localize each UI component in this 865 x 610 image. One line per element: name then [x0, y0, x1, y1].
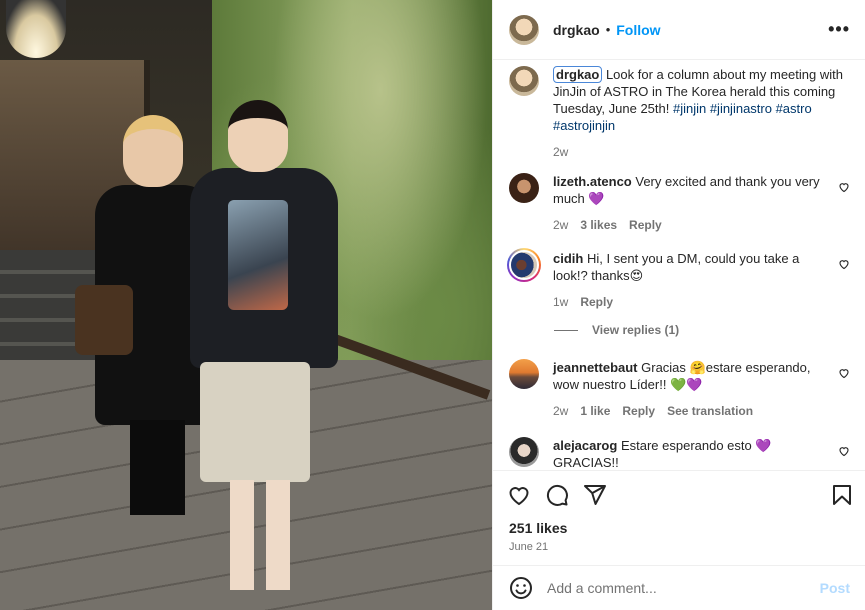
person-man — [190, 100, 340, 610]
bookmark-icon[interactable] — [830, 483, 854, 507]
caption: drgkao Look for a column about my meetin… — [509, 66, 850, 161]
header-username[interactable]: drgkao — [553, 22, 600, 38]
comment-item: cidih Hi, I sent you a DM, could you tak… — [507, 248, 850, 311]
comment-icon[interactable] — [545, 483, 569, 507]
view-replies-label: View replies (1) — [592, 323, 680, 337]
avatar[interactable] — [509, 359, 539, 389]
emoji-icon[interactable] — [509, 576, 533, 600]
heart-icon[interactable] — [838, 445, 850, 457]
post-photo[interactable] — [0, 0, 492, 610]
heart-icon[interactable] — [507, 483, 531, 507]
comment-input[interactable]: Add a comment... — [547, 580, 820, 596]
comment-time: 1w — [553, 295, 569, 309]
comment-item: alejacarog Estare esperando esto 💜 GRACI… — [509, 437, 850, 470]
heart-icon[interactable] — [838, 258, 850, 270]
view-replies-button[interactable]: View replies (1) — [554, 323, 679, 337]
avatar[interactable] — [509, 14, 539, 45]
add-comment-bar: Add a comment... Post — [493, 565, 865, 610]
follow-button[interactable]: Follow — [616, 22, 660, 38]
post-actions: 251 likes June 21 — [493, 470, 865, 565]
heart-icon[interactable] — [838, 367, 850, 379]
caption-username[interactable]: drgkao — [553, 66, 603, 83]
more-options-icon[interactable]: ••• — [828, 20, 850, 38]
avatar[interactable] — [509, 437, 539, 467]
reply-button[interactable]: Reply — [580, 294, 613, 311]
comment-item: lizeth.atenco Very excited and thank you… — [509, 173, 850, 234]
comment-time: 2w — [553, 218, 569, 232]
post-date: June 21 — [509, 541, 549, 553]
comment-item: jeannettebaut Gracias 🤗estare esperando,… — [509, 359, 850, 420]
reply-button[interactable]: Reply — [622, 403, 655, 420]
comment-likes-link[interactable]: 3 likes — [580, 217, 617, 234]
comment-username[interactable]: jeannettebaut — [553, 360, 638, 375]
post-header: drgkao • Follow ••• — [493, 0, 865, 60]
see-translation-button[interactable]: See translation — [667, 403, 753, 420]
avatar[interactable] — [507, 248, 541, 282]
share-icon[interactable] — [583, 483, 607, 507]
divider-line — [554, 329, 578, 331]
reply-button[interactable]: Reply — [629, 217, 662, 234]
separator-dot: • — [605, 22, 611, 37]
avatar[interactable] — [509, 66, 539, 96]
ceiling-lamp — [6, 0, 66, 58]
comments-list[interactable]: drgkao Look for a column about my meetin… — [493, 60, 865, 470]
comment-username[interactable]: alejacarog — [553, 438, 617, 453]
comment-username[interactable]: lizeth.atenco — [553, 174, 632, 189]
likes-count[interactable]: 251 likes — [509, 520, 567, 536]
comment-time: 2w — [553, 404, 569, 418]
heart-icon[interactable] — [838, 181, 850, 193]
comment-likes-link[interactable]: 1 like — [580, 403, 610, 420]
avatar[interactable] — [509, 173, 539, 203]
caption-time: 2w — [553, 145, 569, 159]
post-side-panel: drgkao • Follow ••• drgkao Look for a co… — [492, 0, 865, 610]
comment-username[interactable]: cidih — [553, 251, 583, 266]
post-button[interactable]: Post — [820, 580, 850, 596]
comment-text: Hi, I sent you a DM, could you take a lo… — [553, 251, 800, 283]
